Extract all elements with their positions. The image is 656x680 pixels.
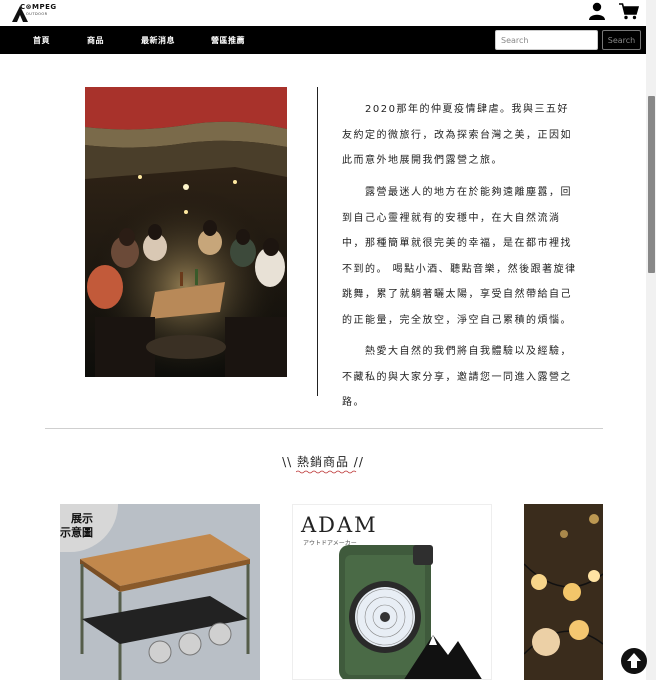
user-icon[interactable] xyxy=(588,2,606,20)
camping-photo xyxy=(85,87,287,377)
scrollbar-thumb[interactable] xyxy=(648,96,655,273)
fan-image xyxy=(339,545,482,679)
badge-line-2: 示意圖 xyxy=(60,526,93,539)
divider-horizontal xyxy=(45,428,603,429)
wavy-underline xyxy=(296,470,357,474)
logo-subtext: OUTDOOR xyxy=(26,12,48,16)
product-card-fan[interactable]: ADAM アウトドアメーカー xyxy=(292,504,492,680)
bestsellers-title: \\ 熱銷商品 // xyxy=(282,455,364,469)
top-bar: C⊗MPEG OUTDOOR xyxy=(0,0,646,26)
intro-paragraph-3: 熱愛大自然的我們將自我體驗以及經驗，不藏私的與大家分享，邀請您一同進入露營之路。 xyxy=(342,346,572,408)
nav-item-products[interactable]: 商品 xyxy=(87,35,104,46)
nav-item-news[interactable]: 最新消息 xyxy=(141,35,175,46)
string-lights-image xyxy=(524,504,603,680)
cart-icon[interactable] xyxy=(619,3,639,20)
product-card-table[interactable]: 展示 示意圖 xyxy=(60,504,260,680)
divider-vertical xyxy=(317,87,318,396)
arrow-up-icon xyxy=(627,653,641,668)
product-card-lights[interactable] xyxy=(524,504,603,680)
logo-text: C⊗MPEG xyxy=(20,3,57,11)
back-to-top-button[interactable] xyxy=(621,648,647,674)
intro-paragraph-1: 2020那年的仲夏疫情肆虐。我與三五好友約定的微旅行，改為探索台灣之美，正因如此… xyxy=(342,104,572,166)
intro-paragraph-2: 露營最迷人的地方在於能夠遠離塵囂，回到自己心靈裡就有的安穩中，在大自然流淌中，那… xyxy=(342,187,577,326)
nav-item-campsites[interactable]: 營區推薦 xyxy=(211,35,245,46)
nav-item-home[interactable]: 首頁 xyxy=(33,35,50,46)
main-nav: 首頁 商品 最新消息 營區推薦 Search xyxy=(0,26,646,54)
search-button[interactable]: Search xyxy=(602,30,641,50)
search-input[interactable] xyxy=(495,30,598,50)
